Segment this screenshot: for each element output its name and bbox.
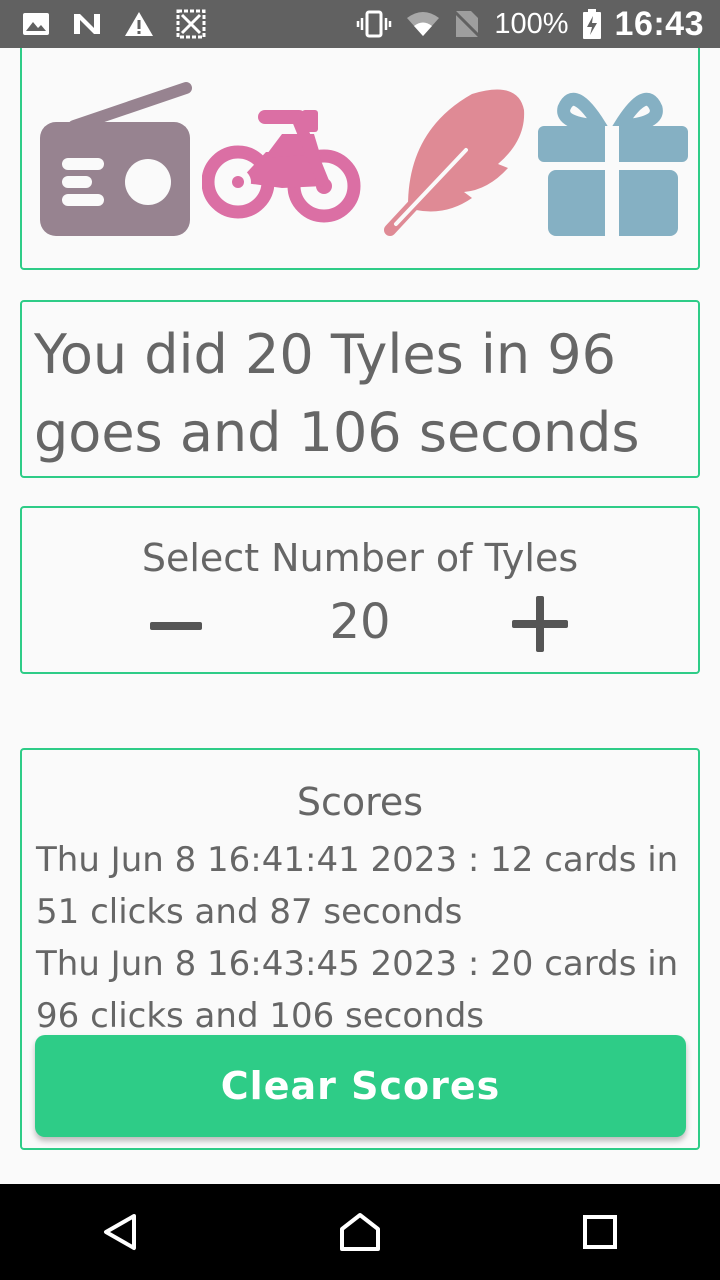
increase-button[interactable]	[510, 594, 582, 666]
no-sim-icon	[454, 9, 481, 39]
result-message: You did 20 Tyles in 96 goes and 106 seco…	[34, 323, 640, 464]
radio-icon	[40, 82, 192, 236]
navigation-bar	[0, 1184, 720, 1280]
back-icon	[104, 1214, 136, 1250]
n-icon	[74, 14, 100, 34]
notification-icons	[0, 9, 206, 39]
motorcycle-icon	[202, 110, 361, 223]
selector-label: Select Number of Tyles	[141, 536, 579, 580]
tyle-icon-row	[36, 80, 700, 240]
gift-icon	[538, 92, 688, 238]
warning-icon	[125, 12, 153, 36]
scores-title: Scores	[296, 780, 424, 824]
plus-icon	[512, 596, 568, 652]
tyle-count-value: 20	[329, 594, 391, 650]
home-button[interactable]	[320, 1192, 400, 1272]
result-panel: You did 20 Tyles in 96 goes and 106 seco…	[20, 300, 700, 478]
scores-list: Thu Jun 8 16:41:41 2023 : 12 cards in 51…	[36, 834, 686, 1042]
status-bar: 100% 16:43	[0, 0, 720, 48]
battery-charging-icon	[582, 9, 601, 39]
main-content: You did 20 Tyles in 96 goes and 106 seco…	[0, 48, 720, 1184]
tyle-icons-panel	[20, 48, 700, 270]
feather-icon	[384, 89, 525, 236]
wifi-icon	[407, 12, 440, 36]
back-button[interactable]	[80, 1192, 160, 1272]
system-icons: 100% 16:43	[356, 5, 720, 44]
score-entry: Thu Jun 8 16:43:45 2023 : 20 cards in 96…	[36, 944, 679, 1036]
recents-button[interactable]	[560, 1192, 640, 1272]
clock: 16:43	[614, 4, 704, 43]
recents-icon	[583, 1215, 617, 1249]
image-icon	[23, 13, 49, 35]
battery-percent: 100%	[494, 7, 569, 40]
tyle-count-selector: Select Number of Tyles 20	[20, 506, 700, 674]
clear-scores-button[interactable]: Clear Scores	[35, 1035, 686, 1137]
pattern-icon	[176, 9, 206, 39]
score-entry: Thu Jun 8 16:41:41 2023 : 12 cards in 51…	[36, 840, 679, 932]
vibrate-icon	[357, 10, 392, 38]
home-icon	[340, 1213, 380, 1251]
